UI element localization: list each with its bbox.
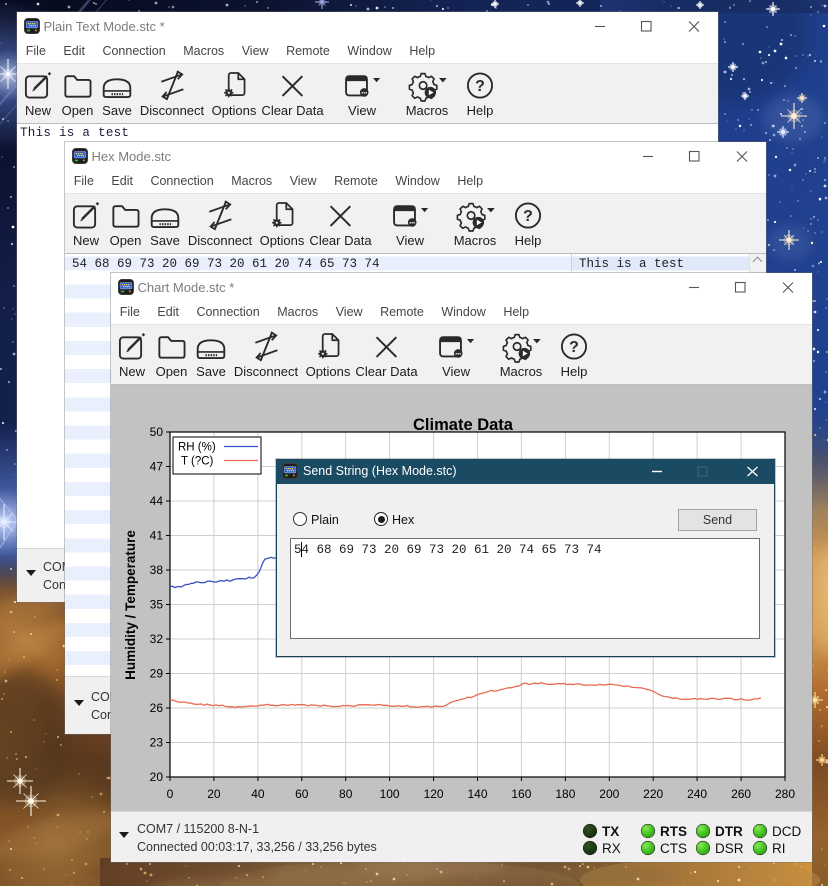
- svg-text:41: 41: [150, 529, 164, 543]
- svg-text:RX: RX: [602, 841, 621, 856]
- svg-text:200: 200: [599, 787, 619, 801]
- svg-text:47: 47: [150, 460, 164, 474]
- svg-text:140: 140: [467, 787, 487, 801]
- svg-text:100: 100: [380, 787, 400, 801]
- svg-text:32: 32: [150, 632, 164, 646]
- svg-text:60: 60: [295, 787, 309, 801]
- svg-text:20: 20: [150, 770, 164, 784]
- svg-text:DTR: DTR: [715, 824, 743, 839]
- svg-text:RI: RI: [772, 841, 786, 856]
- svg-text:TX: TX: [602, 824, 619, 839]
- svg-text:23: 23: [150, 736, 164, 750]
- svg-text:160: 160: [511, 787, 531, 801]
- svg-text:DSR: DSR: [715, 841, 744, 856]
- svg-text:29: 29: [150, 667, 164, 681]
- svg-text:44: 44: [150, 494, 164, 508]
- svg-text:80: 80: [339, 787, 353, 801]
- svg-text:40: 40: [251, 787, 265, 801]
- svg-text:0: 0: [167, 787, 174, 801]
- svg-text:T (?C): T (?C): [181, 456, 214, 468]
- svg-text:RTS: RTS: [660, 824, 687, 839]
- svg-text:Humidity / Temperature: Humidity / Temperature: [123, 530, 138, 680]
- svg-text:26: 26: [150, 701, 164, 715]
- svg-text:RH (%): RH (%): [178, 442, 216, 454]
- svg-text:220: 220: [643, 787, 663, 801]
- svg-text:DCD: DCD: [772, 824, 801, 839]
- svg-text:240: 240: [687, 787, 707, 801]
- svg-text:280: 280: [775, 787, 795, 801]
- svg-text:180: 180: [555, 787, 575, 801]
- svg-text:38: 38: [150, 563, 164, 577]
- svg-text:260: 260: [731, 787, 751, 801]
- svg-text:120: 120: [424, 787, 444, 801]
- svg-text:Climate Data: Climate Data: [413, 416, 514, 434]
- svg-text:CTS: CTS: [660, 841, 687, 856]
- svg-text:35: 35: [150, 598, 164, 612]
- svg-text:20: 20: [207, 787, 221, 801]
- svg-text:50: 50: [150, 425, 164, 439]
